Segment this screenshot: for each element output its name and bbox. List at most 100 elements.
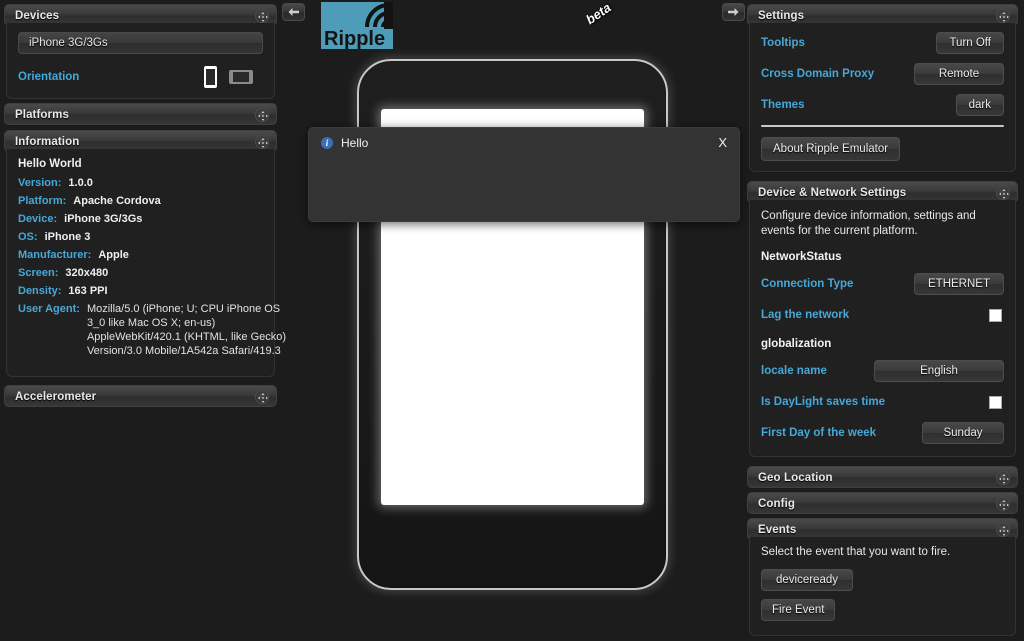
lag-network-checkbox[interactable] bbox=[989, 308, 1002, 322]
info-value: 163 PPI bbox=[68, 285, 108, 297]
panel-platforms-title: Platforms bbox=[15, 109, 69, 121]
setting-row-daylight: Is DayLight saves time bbox=[761, 391, 1004, 413]
move-icon[interactable] bbox=[255, 135, 269, 149]
info-row: Screen: 320x480 bbox=[18, 266, 263, 280]
panel-settings-body: Tooltips Turn Off Cross Domain Proxy Rem… bbox=[749, 23, 1016, 172]
panel-events-title: Events bbox=[758, 524, 797, 536]
fire-event-button[interactable]: Fire Event bbox=[761, 599, 836, 621]
info-row: Device: iPhone 3G/3Gs bbox=[18, 212, 263, 226]
move-icon[interactable] bbox=[996, 523, 1010, 537]
panel-device-network-title: Device & Network Settings bbox=[758, 187, 907, 199]
move-icon[interactable] bbox=[996, 186, 1010, 200]
info-row-user-agent: User Agent: Mozilla/5.0 (iPhone; U; CPU … bbox=[18, 302, 286, 358]
panel-device-network-settings: Device & Network Settings Configure devi… bbox=[747, 181, 1018, 457]
first-day-select[interactable]: Sunday bbox=[922, 422, 1004, 444]
orientation-label: Orientation bbox=[18, 71, 80, 83]
panel-information: Information Hello World Version: 1.0.0 P… bbox=[4, 130, 286, 377]
themes-select[interactable]: dark bbox=[955, 94, 1004, 116]
panel-accelerometer: Accelerometer bbox=[4, 385, 277, 407]
panel-config-title: Config bbox=[758, 498, 796, 510]
beta-badge: beta bbox=[583, 0, 614, 28]
panel-geo-location-title: Geo Location bbox=[758, 472, 833, 484]
daylight-label: Is DayLight saves time bbox=[761, 396, 885, 408]
setting-row-connection-type: Connection Type ETHERNET bbox=[761, 273, 1004, 295]
user-agent-line: AppleWebKit/420.1 (KHTML, like Gecko) bbox=[86, 331, 287, 343]
info-value: Mozilla/5.0 (iPhone; U; CPU iPhone OS 3_… bbox=[87, 302, 286, 358]
panel-accelerometer-title: Accelerometer bbox=[15, 391, 97, 403]
device-landscape-icon[interactable] bbox=[229, 70, 253, 84]
about-ripple-emulator-button[interactable]: About Ripple Emulator bbox=[761, 137, 901, 161]
panel-information-title: Information bbox=[15, 136, 80, 148]
move-icon[interactable] bbox=[996, 497, 1010, 511]
info-value: iPhone 3G/3Gs bbox=[64, 213, 143, 225]
close-icon[interactable]: X bbox=[718, 135, 727, 150]
arrow-right-icon bbox=[728, 8, 739, 16]
move-icon[interactable] bbox=[255, 108, 269, 122]
panel-config-header[interactable]: Config bbox=[747, 492, 1018, 514]
info-key: OS: bbox=[18, 231, 38, 243]
globalization-title: globalization bbox=[761, 338, 832, 350]
move-icon[interactable] bbox=[996, 9, 1010, 23]
svg-text:Ripple: Ripple bbox=[324, 28, 385, 49]
device-network-description: Configure device information, settings a… bbox=[761, 210, 976, 237]
setting-row-tooltips: Tooltips Turn Off bbox=[761, 32, 1004, 54]
setting-label: Themes bbox=[761, 99, 805, 111]
divider bbox=[761, 125, 1004, 127]
arrow-left-icon bbox=[288, 8, 299, 16]
tooltips-toggle-button[interactable]: Turn Off bbox=[936, 32, 1004, 54]
orientation-row: Orientation bbox=[18, 66, 263, 88]
orientation-icons bbox=[204, 66, 263, 88]
setting-row-first-day: First Day of the week Sunday bbox=[761, 422, 1004, 444]
panel-devices: Devices iPhone 3G/3Gs Orientation bbox=[4, 4, 277, 99]
info-row: Version: 1.0.0 bbox=[18, 176, 263, 190]
info-row: Manufacturer: Apple bbox=[18, 248, 263, 262]
info-key: Platform: bbox=[18, 195, 67, 207]
info-value: Apache Cordova bbox=[73, 195, 161, 207]
emulator-stage: Ripple beta i Hello X bbox=[277, 0, 747, 641]
event-select[interactable]: deviceready bbox=[761, 569, 853, 591]
panel-events: Events Select the event that you want to… bbox=[747, 518, 1018, 636]
move-icon[interactable] bbox=[255, 9, 269, 23]
locale-name-select[interactable]: English bbox=[874, 360, 1004, 382]
panel-platforms-header[interactable]: Platforms bbox=[4, 103, 277, 125]
panel-geo-location-header[interactable]: Geo Location bbox=[747, 466, 1018, 488]
panel-settings: Settings Tooltips Turn Off Cross Domain … bbox=[747, 4, 1018, 172]
collapse-left-panel-button[interactable] bbox=[282, 3, 305, 21]
right-sidebar: Settings Tooltips Turn Off Cross Domain … bbox=[747, 4, 1018, 640]
ripple-logo[interactable]: Ripple bbox=[321, 2, 393, 50]
info-row: Platform: Apache Cordova bbox=[18, 194, 263, 208]
user-agent-line: 3_0 like Mac OS X; en-us) bbox=[86, 317, 216, 329]
setting-label: Tooltips bbox=[761, 37, 805, 49]
move-icon[interactable] bbox=[255, 390, 269, 404]
panel-device-network-body: Configure device information, settings a… bbox=[749, 200, 1016, 457]
info-row: Density: 163 PPI bbox=[18, 284, 263, 298]
daylight-checkbox[interactable] bbox=[989, 395, 1002, 409]
info-value: 320x480 bbox=[65, 267, 109, 279]
info-key: Version: bbox=[18, 177, 62, 189]
collapse-right-panel-button[interactable] bbox=[722, 3, 745, 21]
alert-dialog: i Hello X bbox=[308, 127, 740, 222]
panel-devices-title: Devices bbox=[15, 10, 60, 22]
panel-events-body: Select the event that you want to fire. … bbox=[749, 537, 1016, 636]
device-portrait-icon[interactable] bbox=[204, 66, 217, 88]
info-key: Density: bbox=[18, 285, 62, 297]
dialog-title-row: i Hello bbox=[309, 128, 739, 150]
setting-row-locale-name: locale name English bbox=[761, 360, 1004, 382]
panel-information-body: Hello World Version: 1.0.0 Platform: Apa… bbox=[6, 149, 286, 377]
panel-geo-location: Geo Location bbox=[747, 466, 1018, 488]
user-agent-line: Version/3.0 Mobile/1A542a Safari/419.3 bbox=[86, 345, 281, 357]
info-value: 1.0.0 bbox=[68, 177, 93, 189]
lag-network-label: Lag the network bbox=[761, 309, 850, 321]
setting-row-lag-network: Lag the network bbox=[761, 304, 1004, 326]
info-key: Screen: bbox=[18, 267, 59, 279]
panel-config: Config bbox=[747, 492, 1018, 514]
ripple-emulator-window: Devices iPhone 3G/3Gs Orientation Platfo… bbox=[0, 0, 1024, 641]
device-select[interactable]: iPhone 3G/3Gs bbox=[18, 32, 263, 54]
cross-domain-proxy-select[interactable]: Remote bbox=[914, 63, 1004, 85]
app-name: Hello World bbox=[18, 158, 82, 170]
info-icon: i bbox=[321, 137, 333, 149]
move-icon[interactable] bbox=[996, 471, 1010, 485]
first-day-label: First Day of the week bbox=[761, 427, 877, 439]
panel-accelerometer-header[interactable]: Accelerometer bbox=[4, 385, 277, 407]
connection-type-select[interactable]: ETHERNET bbox=[914, 273, 1004, 295]
